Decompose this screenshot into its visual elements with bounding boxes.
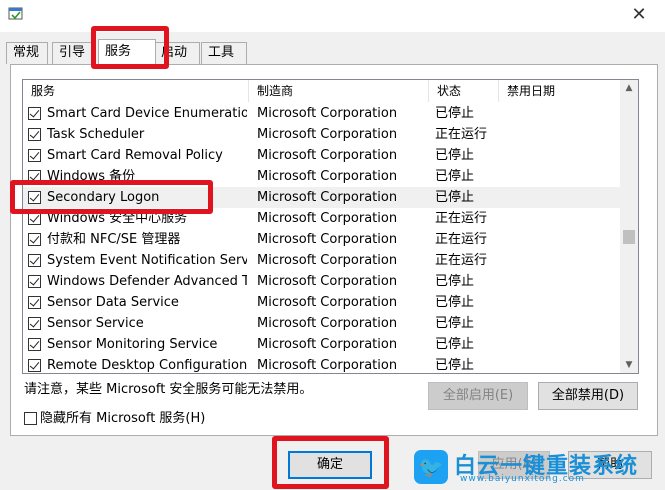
service-checkbox[interactable] [28, 254, 41, 267]
table-row[interactable]: Smart Card Removal Policy Microsoft Corpo… [23, 145, 621, 166]
table-row[interactable]: Windows Defender Advanced Th... Microsoft… [23, 271, 621, 292]
service-checkbox[interactable] [28, 191, 41, 204]
service-checkbox[interactable] [28, 128, 41, 141]
service-checkbox[interactable] [28, 233, 41, 246]
table-row[interactable]: Windows 安全中心服务 Microsoft Corporation 正在运行 [23, 208, 621, 229]
service-manufacturer: Microsoft Corporation [257, 232, 398, 247]
service-status: 已停止 [435, 148, 475, 163]
tab-startup[interactable]: 启动 [154, 42, 200, 64]
ok-button[interactable]: 确定 [288, 451, 372, 479]
scroll-up-icon[interactable]: ▲ [620, 80, 638, 96]
service-manufacturer: Microsoft Corporation [257, 253, 398, 268]
service-manufacturer: Microsoft Corporation [257, 148, 398, 163]
column-header-disabled-date[interactable]: 禁用日期 [499, 80, 621, 102]
tab-services[interactable]: 服务 [98, 39, 156, 65]
column-header-service[interactable]: 服务 [23, 80, 249, 102]
service-checkbox[interactable] [28, 317, 41, 330]
table-row[interactable]: Sensor Monitoring Service Microsoft Corpo… [23, 334, 621, 355]
service-status: 已停止 [435, 169, 475, 184]
service-checkbox[interactable] [28, 296, 41, 309]
service-name: Windows 安全中心服务 [47, 211, 188, 226]
column-header-manufacturer[interactable]: 制造商 [249, 80, 429, 102]
service-name: Sensor Service [47, 316, 144, 331]
watermark-url: www.baiyunxitong.com [460, 474, 585, 484]
table-row[interactable]: Secondary Logon Microsoft Corporation 已停止 [23, 187, 621, 208]
service-manufacturer: Microsoft Corporation [257, 106, 398, 121]
column-header-status[interactable]: 状态 [429, 80, 499, 102]
service-status: 正在运行 [435, 253, 488, 268]
title-bar: ✕ [0, 0, 665, 32]
service-status: 已停止 [435, 295, 475, 310]
service-manufacturer: Microsoft Corporation [257, 190, 398, 205]
tab-boot[interactable]: 引导 [52, 42, 94, 64]
hide-ms-services-label: 隐藏所有 Microsoft 服务(H) [40, 411, 206, 426]
scroll-thumb[interactable] [623, 230, 635, 244]
enable-all-button[interactable]: 全部启用(E) [428, 382, 528, 410]
service-manufacturer: Microsoft Corporation [257, 295, 398, 310]
bird-logo-icon: 🐦 [414, 450, 448, 484]
table-row[interactable]: Windows 备份 Microsoft Corporation 已停止 [23, 166, 621, 187]
service-status: 已停止 [435, 106, 475, 121]
service-name: Sensor Monitoring Service [47, 337, 218, 352]
service-status: 正在运行 [435, 127, 488, 142]
service-name: Secondary Logon [47, 190, 160, 205]
service-checkbox[interactable] [28, 149, 41, 162]
service-manufacturer: Microsoft Corporation [257, 211, 398, 226]
service-manufacturer: Microsoft Corporation [257, 358, 398, 373]
list-header: 服务 制造商 状态 禁用日期 [23, 80, 621, 102]
service-name: Task Scheduler [47, 127, 145, 142]
service-name: Remote Desktop Configuration [47, 358, 247, 373]
disable-all-button[interactable]: 全部禁用(D) [538, 382, 638, 410]
service-manufacturer: Microsoft Corporation [257, 274, 398, 289]
service-status: 已停止 [435, 190, 475, 205]
table-row[interactable]: Sensor Service Microsoft Corporation 已停止 [23, 313, 621, 334]
service-status: 已停止 [435, 274, 475, 289]
tab-general[interactable]: 常规 [6, 42, 48, 64]
service-manufacturer: Microsoft Corporation [257, 169, 398, 184]
service-status: 已停止 [435, 358, 475, 373]
table-row[interactable]: Smart Card Device Enumeration ... Microso… [23, 103, 621, 124]
table-row[interactable]: 付款和 NFC/SE 管理器 Microsoft Corporation 正在运行 [23, 229, 621, 250]
service-manufacturer: Microsoft Corporation [257, 337, 398, 352]
scroll-down-icon[interactable]: ▼ [620, 357, 638, 373]
table-row[interactable]: Task Scheduler Microsoft Corporation 正在运行 [23, 124, 621, 145]
service-manufacturer: Microsoft Corporation [257, 127, 398, 142]
service-name: Smart Card Removal Policy [47, 148, 223, 163]
table-row[interactable]: System Event Notification Service Microso… [23, 250, 621, 271]
table-row[interactable]: Remote Desktop Configuration Microsoft Co… [23, 355, 621, 373]
service-name: Smart Card Device Enumeration ... [47, 106, 247, 121]
services-list[interactable]: 服务 制造商 状态 禁用日期 Smart Card Device Enumera… [22, 79, 639, 374]
service-name: Windows Defender Advanced Th... [47, 274, 247, 289]
service-name: 付款和 NFC/SE 管理器 [47, 232, 181, 247]
service-checkbox[interactable] [28, 338, 41, 351]
service-manufacturer: Microsoft Corporation [257, 316, 398, 331]
close-button[interactable]: ✕ [619, 0, 659, 30]
service-status: 正在运行 [435, 232, 488, 247]
service-checkbox[interactable] [28, 107, 41, 120]
security-note: 请注意，某些 Microsoft 安全服务可能无法禁用。 [24, 382, 313, 397]
service-checkbox[interactable] [28, 359, 41, 372]
close-icon: ✕ [631, 4, 647, 25]
tab-tools[interactable]: 工具 [201, 42, 247, 64]
msconfig-icon [8, 7, 23, 20]
service-status: 已停止 [435, 316, 475, 331]
vertical-scrollbar[interactable]: ▲ ▼ [620, 80, 638, 373]
service-name: System Event Notification Service [47, 253, 247, 268]
service-checkbox[interactable] [28, 275, 41, 288]
checkbox-box[interactable] [24, 412, 37, 425]
table-row[interactable]: Sensor Data Service Microsoft Corporation… [23, 292, 621, 313]
service-status: 已停止 [435, 337, 475, 352]
watermark: 🐦 白云一键重装系统 www.baiyunxitong.com [412, 446, 662, 488]
service-status: 正在运行 [435, 211, 488, 226]
service-checkbox[interactable] [28, 212, 41, 225]
service-name: Windows 备份 [47, 169, 136, 184]
service-name: Sensor Data Service [47, 295, 179, 310]
service-checkbox[interactable] [28, 170, 41, 183]
